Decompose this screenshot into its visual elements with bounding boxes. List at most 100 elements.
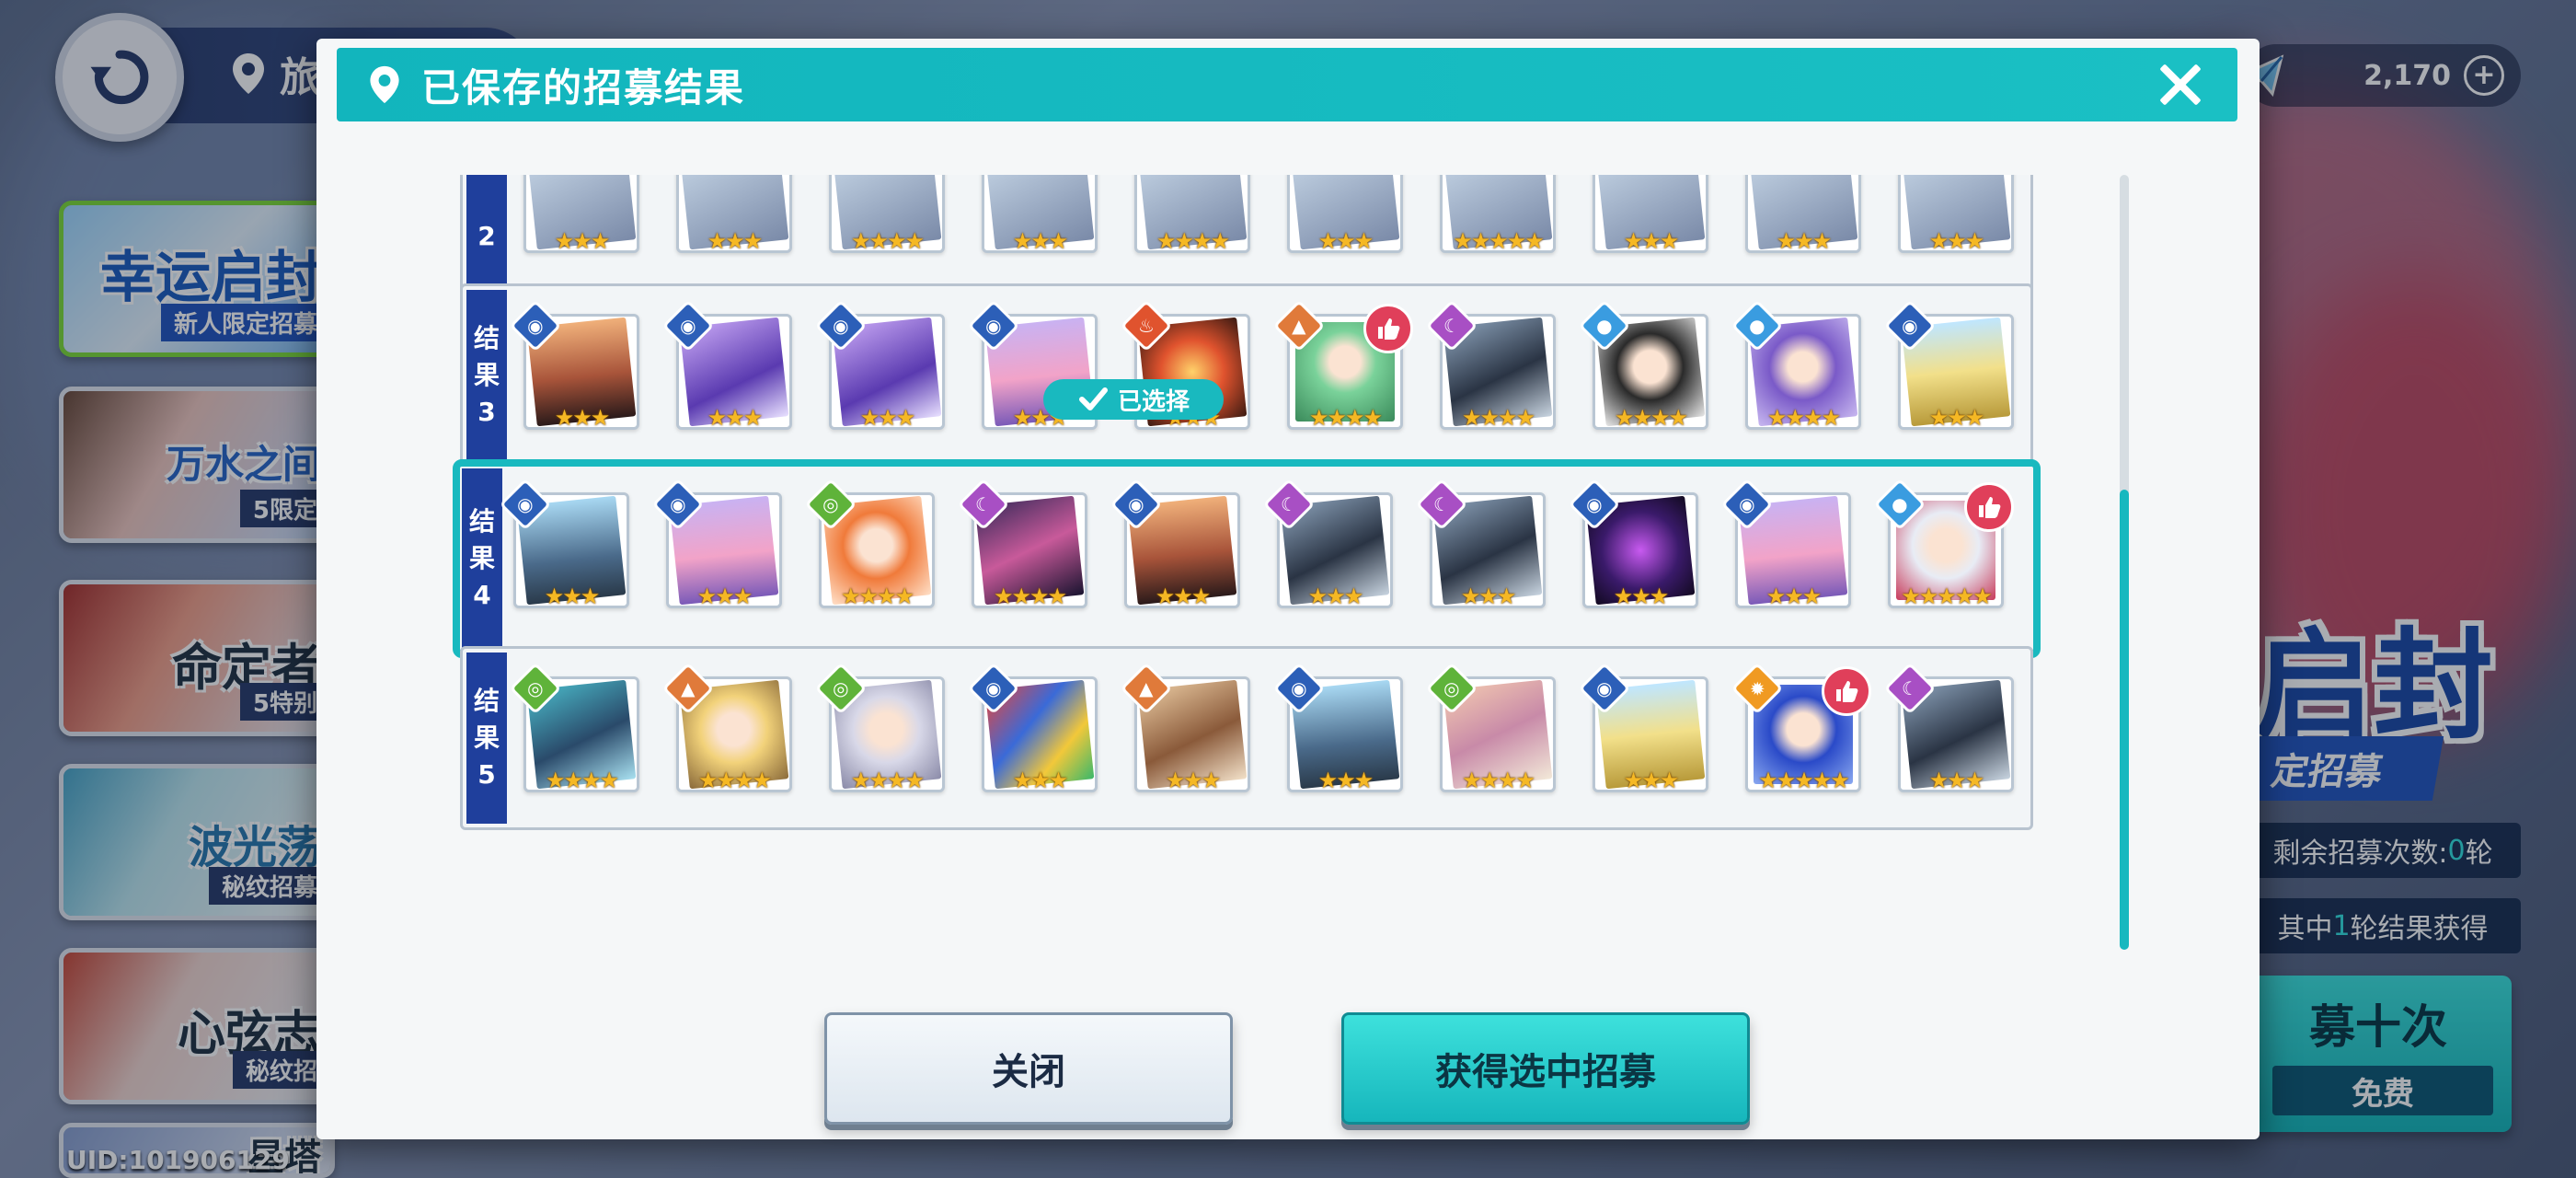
result-row-label: 结果 4 bbox=[462, 468, 502, 649]
rarity-stars: ★★★ bbox=[696, 583, 753, 609]
character-card[interactable]: ◉ ★★★ bbox=[661, 299, 792, 431]
character-card[interactable]: ◉ ★★★ bbox=[651, 478, 782, 609]
rarity-stars: ★★★★ bbox=[1461, 768, 1535, 793]
rarity-stars: ★★★★★ bbox=[1901, 583, 1993, 609]
character-card[interactable]: ★★★ bbox=[982, 175, 1098, 254]
character-card[interactable]: ✹ ★★★★★ bbox=[1731, 662, 1871, 793]
character-card[interactable]: ★★★★ bbox=[829, 175, 945, 254]
result-label-char: 2 bbox=[477, 221, 496, 251]
result-label-char: 3 bbox=[477, 397, 496, 427]
result-row[interactable]: 结果3◉★★★◉★★★◉★★★◉★★★♨★★★▲★★★★☾★★★★●★★★★●★… bbox=[460, 283, 2033, 468]
character-card[interactable]: ◎ ★★★★ bbox=[804, 478, 935, 609]
rarity-stars: ★★★ bbox=[1928, 405, 1985, 431]
rarity-stars: ★★★ bbox=[1165, 768, 1222, 793]
rarity-stars: ★★★ bbox=[707, 228, 764, 254]
rarity-stars: ★★★ bbox=[859, 405, 916, 431]
rarity-stars: ★★★ bbox=[1012, 768, 1069, 793]
result-row-label: 结果 5 bbox=[466, 653, 507, 824]
character-card[interactable]: ★★★ bbox=[1593, 175, 1708, 254]
rarity-stars: ★★★★ bbox=[850, 228, 925, 254]
character-card[interactable]: ◉ ★★★ bbox=[509, 299, 639, 431]
checkmark-icon bbox=[1078, 387, 1108, 410]
character-card[interactable]: ▲ ★★★★ bbox=[1272, 299, 1413, 431]
character-card[interactable]: ☾ ★★★ bbox=[1883, 662, 2014, 793]
character-card[interactable]: ◉ ★★★ bbox=[1883, 299, 2014, 431]
rarity-stars: ★★★★ bbox=[850, 768, 925, 793]
rarity-stars: ★★★★ bbox=[1766, 405, 1841, 431]
character-card[interactable]: ◉ ★★★ bbox=[1568, 478, 1698, 609]
rarity-stars: ★★★ bbox=[544, 583, 601, 609]
character-card[interactable]: ◉ ★★★ bbox=[1720, 478, 1851, 609]
rarity-stars: ★★★ bbox=[1928, 768, 1985, 793]
character-card[interactable]: ☾ ★★★ bbox=[1262, 478, 1393, 609]
character-card[interactable]: ▲ ★★★★ bbox=[661, 662, 792, 793]
character-card[interactable]: ◎ ★★★★ bbox=[814, 662, 945, 793]
rarity-stars: ★★★★ bbox=[1308, 405, 1383, 431]
rarity-stars: ★★★ bbox=[1776, 228, 1833, 254]
rarity-stars: ★★★★ bbox=[1461, 405, 1535, 431]
character-card[interactable]: ★★★ bbox=[523, 175, 639, 254]
character-card[interactable]: ★★★ bbox=[1287, 175, 1403, 254]
character-card[interactable]: ★★★ bbox=[1745, 175, 1861, 254]
character-card[interactable]: ★★★★★ bbox=[1440, 175, 1556, 254]
rarity-stars: ★★★ bbox=[1460, 583, 1517, 609]
rarity-stars: ★★★ bbox=[1928, 228, 1985, 254]
results-list[interactable]: 2 ★★★ ★★★ ★★★★ ★★★ ★★★★ ★★★ ★★★★★ ★★★ ★★★ ★★★ 结果 3 ◉ ★… bbox=[443, 175, 2144, 957]
result-row[interactable]: 结果 4 ◉ ★★★ ◉ ★★★ ◎ ★★★★ ☾ ★★★★ ◉ ★★★ ☾ ★★★ ☾ ★★★ ◉ ★★★ ◉ ★★… bbox=[453, 459, 2041, 658]
rarity-stars: ★★★★ bbox=[993, 583, 1067, 609]
character-card[interactable]: ◎ ★★★★ bbox=[509, 662, 639, 793]
character-card[interactable]: ◉ ★★★ bbox=[814, 299, 945, 431]
rarity-stars: ★★★ bbox=[1155, 583, 1212, 609]
thumbs-up-icon bbox=[1964, 482, 2014, 532]
result-label-char: 结 bbox=[473, 323, 500, 353]
rarity-stars: ★★★ bbox=[554, 405, 611, 431]
rarity-stars: ★★★ bbox=[1765, 583, 1823, 609]
character-card[interactable]: ☾ ★★★★ bbox=[1425, 299, 1556, 431]
result-label-char: 结 bbox=[468, 506, 495, 537]
character-card[interactable]: ▲ ★★★ bbox=[1120, 662, 1250, 793]
obtain-selected-button[interactable]: 获得选中招募 bbox=[1341, 1012, 1750, 1125]
rarity-stars: ★★★★ bbox=[1614, 405, 1688, 431]
thumbs-up-icon bbox=[1822, 666, 1871, 716]
character-card[interactable]: ◎ ★★★★ bbox=[1425, 662, 1556, 793]
scrollbar-thumb[interactable] bbox=[2120, 490, 2129, 950]
character-card[interactable]: ◉ ★★★ bbox=[1110, 478, 1240, 609]
close-icon[interactable] bbox=[2151, 55, 2210, 114]
character-card[interactable]: ★★★ bbox=[676, 175, 792, 254]
character-card[interactable]: ☾ ★★★ bbox=[1415, 478, 1546, 609]
rarity-stars: ★★★★ bbox=[840, 583, 914, 609]
character-card[interactable]: ◉ ★★★ bbox=[1578, 662, 1708, 793]
character-card[interactable]: ☾ ★★★★ bbox=[957, 478, 1087, 609]
rarity-stars: ★★★ bbox=[1317, 768, 1374, 793]
rarity-stars: ★★★ bbox=[1317, 228, 1374, 254]
character-card[interactable]: ◉ ★★★ bbox=[499, 478, 629, 609]
character-card[interactable]: ● ★★★★ bbox=[1578, 299, 1708, 431]
thumbs-up-icon bbox=[1363, 304, 1413, 353]
selected-tag: 已选择 bbox=[1043, 379, 1224, 420]
rarity-stars: ★★★★ bbox=[697, 768, 772, 793]
rarity-stars: ★★★ bbox=[1623, 228, 1680, 254]
character-card[interactable]: ★★★ bbox=[1898, 175, 2014, 254]
result-row-label: 结果 3 bbox=[466, 290, 507, 461]
rarity-stars: ★★★ bbox=[554, 228, 611, 254]
rarity-stars: ★★★ bbox=[707, 405, 764, 431]
rarity-stars: ★★★ bbox=[1012, 228, 1069, 254]
result-label-char: 果 bbox=[473, 722, 500, 753]
selected-tag-label: 已选择 bbox=[1117, 387, 1190, 416]
rarity-stars: ★★★★ bbox=[545, 768, 619, 793]
rarity-stars: ★★★ bbox=[1613, 583, 1670, 609]
result-label-char: 5 bbox=[477, 759, 496, 790]
close-button[interactable]: 关闭 bbox=[824, 1012, 1233, 1125]
result-row[interactable]: 结果 5 ◎ ★★★★ ▲ ★★★★ ◎ ★★★★ ◉ ★★★ ▲ ★★★ ◉ ★★★ ◎ ★★★★ ◉ ★★★ ✹… bbox=[460, 646, 2033, 830]
result-label-char: 果 bbox=[473, 360, 500, 390]
character-card[interactable]: ◉ ★★★ bbox=[1272, 662, 1403, 793]
result-row[interactable]: 2 ★★★ ★★★ ★★★★ ★★★ ★★★★ ★★★ ★★★★★ ★★★ ★★★ ★★★ bbox=[460, 175, 2033, 294]
character-card[interactable]: ● ★★★★ bbox=[1731, 299, 1861, 431]
rarity-stars: ★★★★ bbox=[1156, 228, 1230, 254]
character-card[interactable]: ◉ ★★★ bbox=[967, 662, 1098, 793]
result-label-char: 结 bbox=[473, 686, 500, 716]
result-row-label: 2 bbox=[466, 175, 507, 288]
rarity-stars: ★★★★★ bbox=[1758, 768, 1850, 793]
character-card[interactable]: ★★★★ bbox=[1134, 175, 1250, 254]
character-card[interactable]: ● ★★★★★ bbox=[1873, 478, 2014, 609]
